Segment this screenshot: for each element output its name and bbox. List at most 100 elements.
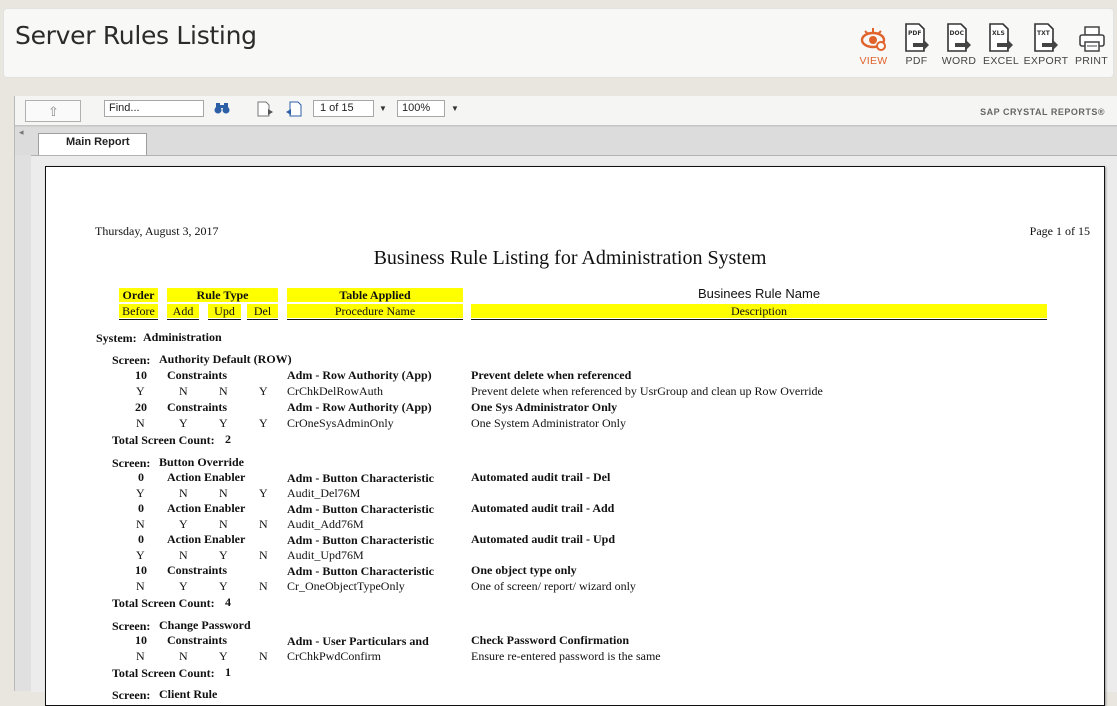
col-header-add: Add xyxy=(167,304,199,318)
report-date: Thursday, August 3, 2017 xyxy=(95,224,219,238)
screen-label: Screen: xyxy=(112,619,151,633)
col-header-description: Description xyxy=(471,304,1047,318)
total-screen-count-label: Total Screen Count: xyxy=(112,666,215,680)
col-header-rule-name: Businees Rule Name xyxy=(697,286,821,301)
rule-before: N xyxy=(136,517,145,531)
sap-crystal-reports-logo: SAP CRYSTAL REPORTS® xyxy=(980,107,1105,117)
word-label: WORD xyxy=(941,55,977,67)
col-header-before: Before xyxy=(119,304,158,318)
rule-upd: N xyxy=(219,517,228,531)
col-header-upd: Upd xyxy=(208,304,241,318)
export-toolbar: VIEW PDF PDF DOC WORD XLS EXCEL TXT EXPO… xyxy=(852,22,1113,67)
view-button[interactable]: VIEW xyxy=(852,22,895,67)
rule-add: Y xyxy=(179,517,188,531)
export-icon: TXT xyxy=(1022,22,1070,53)
col-header-table-applied: Table Applied xyxy=(287,288,463,302)
rule-del: N xyxy=(259,517,268,531)
report-header-bar: Server Rules Listing VIEW PDF PDF DOC WO… xyxy=(3,8,1114,78)
pdf-icon: PDF xyxy=(895,22,938,53)
rule-upd: Y xyxy=(219,416,228,430)
excel-button[interactable]: XLS EXCEL xyxy=(980,22,1022,67)
first-page-icon[interactable] xyxy=(256,101,274,122)
underline xyxy=(247,319,278,320)
export-tag: TXT xyxy=(1037,30,1051,37)
rule-procedure: Audit_Upd76M xyxy=(287,548,364,562)
rule-add: N xyxy=(179,649,188,663)
export-button[interactable]: TXT EXPORT xyxy=(1022,22,1070,67)
rule-type: Action Enabler xyxy=(167,470,246,484)
rule-order: 10 xyxy=(135,633,147,647)
view-label: VIEW xyxy=(859,55,888,67)
rule-order: 0 xyxy=(138,470,144,484)
page-dropdown-icon[interactable]: ▼ xyxy=(379,104,387,113)
rule-table: Adm - Button Characteristic xyxy=(287,533,434,547)
total-screen-count: 4 xyxy=(225,595,231,609)
rule-order: 10 xyxy=(135,563,147,577)
rule-type: Action Enabler xyxy=(167,501,246,515)
rule-del: N xyxy=(259,548,268,562)
report-viewer: ⇧ Find... 1 of 15 ▼ 100% ▼ SAP CRYSTAL R… xyxy=(14,96,1117,706)
up-arrow-icon: ⇧ xyxy=(48,104,59,119)
underline xyxy=(119,319,158,320)
excel-label: EXCEL xyxy=(983,55,1019,67)
page-number-field[interactable]: 1 of 15 xyxy=(313,100,374,117)
pdf-tag: PDF xyxy=(908,30,921,37)
rule-del: N xyxy=(259,649,268,663)
rule-table: Adm - Button Characteristic xyxy=(287,502,434,516)
rule-procedure: CrOneSysAdminOnly xyxy=(287,416,394,430)
parent-up-button[interactable]: ⇧ xyxy=(25,100,81,122)
col-header-rule-type: Rule Type xyxy=(167,288,278,302)
col-header-procedure-name: Procedure Name xyxy=(287,304,463,318)
rule-add: Y xyxy=(179,416,188,430)
rule-upd: Y xyxy=(219,579,228,593)
rule-table: Adm - User Particulars and xyxy=(287,634,429,648)
rule-type: Constraints xyxy=(167,400,228,414)
rule-before: Y xyxy=(136,486,145,500)
print-icon xyxy=(1070,22,1113,53)
screen-label: Screen: xyxy=(112,353,151,367)
rule-order: 0 xyxy=(138,501,144,515)
rule-upd: N xyxy=(219,486,228,500)
previous-page-icon[interactable] xyxy=(285,101,303,122)
rule-before: Y xyxy=(136,384,145,398)
rule-del: Y xyxy=(259,486,268,500)
rule-type: Constraints xyxy=(167,633,228,647)
zoom-dropdown-icon[interactable]: ▼ xyxy=(451,104,459,113)
rule-name: One Sys Administrator Only xyxy=(471,400,618,414)
rule-del: Y xyxy=(259,416,268,430)
page-title: Server Rules Listing xyxy=(15,21,257,50)
word-icon: DOC xyxy=(938,22,980,53)
col-header-order: Order xyxy=(119,288,158,302)
rule-order: 20 xyxy=(135,400,147,414)
binoculars-search-icon[interactable] xyxy=(214,101,230,120)
rule-procedure: Audit_Del76M xyxy=(287,486,361,500)
print-button[interactable]: PRINT xyxy=(1070,22,1113,67)
report-title: Business Rule Listing for Administration… xyxy=(373,247,767,269)
pdf-button[interactable]: PDF PDF xyxy=(895,22,938,67)
pdf-label: PDF xyxy=(905,55,928,67)
export-label: EXPORT xyxy=(1023,55,1069,67)
rule-procedure: CrChkDelRowAuth xyxy=(287,384,383,398)
rule-add: N xyxy=(179,384,188,398)
rule-name: Automated audit trail - Upd xyxy=(471,532,616,546)
rule-name: One object type only xyxy=(471,563,577,577)
rule-order: 10 xyxy=(135,368,147,382)
screen-label: Screen: xyxy=(112,456,151,470)
rule-name: Automated audit trail - Add xyxy=(471,501,615,515)
underline xyxy=(167,319,199,320)
word-button[interactable]: DOC WORD xyxy=(938,22,980,67)
zoom-field[interactable]: 100% xyxy=(397,100,445,117)
underline xyxy=(208,319,241,320)
rule-procedure: Audit_Add76M xyxy=(287,517,364,531)
screen-label: Screen: xyxy=(112,688,151,702)
total-screen-count-label: Total Screen Count: xyxy=(112,596,215,610)
rule-add: N xyxy=(179,548,188,562)
tab-main-report[interactable]: Main Report xyxy=(38,133,147,155)
rule-add: N xyxy=(179,486,188,500)
rule-procedure: Cr_OneObjectTypeOnly xyxy=(287,579,405,593)
total-screen-count-label: Total Screen Count: xyxy=(112,433,215,447)
panel-toggle-icon[interactable]: ◂ xyxy=(19,127,24,138)
find-input[interactable]: Find... xyxy=(104,100,204,117)
rule-add: Y xyxy=(179,579,188,593)
rule-table: Adm - Row Authority (App) xyxy=(287,368,432,382)
